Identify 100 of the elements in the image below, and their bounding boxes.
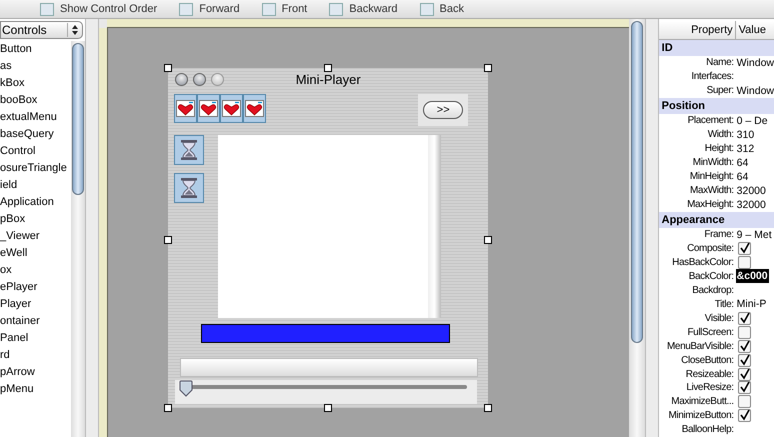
heart-button[interactable] [197, 94, 220, 123]
selection-handle[interactable] [164, 236, 172, 244]
control-list-item[interactable]: rd [0, 347, 72, 364]
selection-handle[interactable] [164, 64, 172, 72]
control-list-item[interactable]: pMenu [0, 381, 72, 398]
selection-handle[interactable] [484, 404, 492, 412]
property-label: Height: [704, 143, 734, 154]
property-label: MinWidth: [692, 157, 734, 168]
property-label: CloseButton: [680, 354, 734, 366]
checkbox[interactable] [738, 340, 751, 353]
checkbox[interactable] [738, 256, 751, 269]
property-value[interactable]: 32000 [734, 184, 766, 197]
column-header[interactable]: Value [736, 21, 766, 39]
control-list-item[interactable]: ePlayer [0, 279, 72, 296]
property-value[interactable]: 0 – De [734, 114, 768, 127]
property-value[interactable]: 64 [734, 170, 748, 183]
property-value[interactable]: &c000 [736, 270, 768, 282]
window-title: Mini-Player [296, 72, 361, 86]
section-header: Appearance [658, 212, 774, 228]
control-list-item[interactable]: _Viewer [0, 228, 72, 245]
control-list-item[interactable]: osureTriangle [0, 160, 72, 177]
toolbar-icon [40, 2, 54, 16]
heart-button[interactable] [174, 94, 198, 123]
heart-button[interactable] [243, 94, 266, 123]
control-list-item[interactable]: eWell [0, 245, 72, 262]
property-label: BalloonHelp: [680, 424, 734, 436]
control-list-item[interactable]: baseQuery [0, 126, 72, 143]
property-label: MinimizeButton: [668, 410, 734, 422]
property-label: MaximizeButt... [670, 396, 734, 408]
scroll-thumb[interactable] [630, 21, 643, 343]
property-value[interactable]: 64 [734, 156, 748, 169]
control-list-item[interactable]: booBox [0, 92, 72, 109]
next-button[interactable]: >> [423, 101, 464, 119]
minimize-button[interactable] [193, 72, 206, 86]
property-label: MinHeight: [688, 171, 734, 182]
control-list-item[interactable]: kBox [0, 75, 72, 92]
control-list-item[interactable]: Player [0, 296, 72, 313]
control-list-item[interactable]: ontainer [0, 313, 72, 330]
property-label: LiveResize: [685, 382, 734, 394]
scrollbar[interactable] [628, 19, 645, 437]
toolbar-button[interactable]: Front [282, 3, 308, 15]
hourglass-button[interactable] [174, 173, 204, 203]
property-label: Placement: [686, 115, 734, 126]
property-value[interactable]: 32000 [734, 198, 766, 211]
property-label: MaxWidth: [689, 185, 734, 196]
selection-handle[interactable] [484, 236, 492, 244]
checkbox[interactable] [738, 381, 751, 394]
hourglass-icon [180, 139, 198, 161]
control-list-item[interactable]: Application [0, 194, 72, 211]
property-label: Resizeable: [684, 368, 734, 380]
toolbar-button[interactable]: Backward [349, 3, 398, 15]
column-header[interactable]: Property [658, 21, 736, 39]
scrollbar[interactable] [428, 135, 442, 318]
property-label: Frame: [703, 229, 734, 240]
property-value[interactable]: 312 [734, 142, 754, 155]
selection-handle[interactable] [484, 64, 492, 72]
property-label: Title: [714, 298, 734, 310]
checkbox[interactable] [738, 395, 751, 408]
property-value[interactable]: Window [734, 84, 774, 97]
checkbox[interactable] [738, 242, 751, 255]
checkbox[interactable] [738, 354, 751, 367]
property-value[interactable]: Window [734, 56, 774, 69]
property-value[interactable]: 9 – Met [734, 228, 772, 240]
control-list-item[interactable]: pBox [0, 211, 72, 228]
control-list-item[interactable]: as [0, 58, 72, 75]
property-label: Name: [705, 57, 734, 68]
popup-label: Controls [2, 23, 47, 37]
selection-handle[interactable] [324, 64, 332, 72]
scrollbar[interactable] [71, 41, 86, 437]
slider[interactable] [175, 380, 478, 404]
toolbar-button[interactable]: Forward [199, 3, 240, 15]
property-value[interactable]: Mini-P [734, 298, 766, 310]
toolbar-icon [420, 2, 434, 16]
control-list-item[interactable]: ox [0, 262, 72, 279]
controls-popup[interactable]: Controls [0, 21, 84, 39]
property-label: HasBackColor: [671, 256, 734, 268]
checkbox[interactable] [738, 409, 751, 422]
control-list-item[interactable]: extualMenu [0, 109, 72, 126]
control-list-item[interactable]: Panel [0, 330, 72, 347]
property-label: BackColor: [688, 270, 734, 282]
hourglass-button[interactable] [174, 135, 204, 165]
property-label: MenuBarVisible: [666, 340, 734, 352]
close-button[interactable] [175, 72, 188, 86]
property-label: MaxHeight: [686, 199, 734, 210]
toolbar-button[interactable]: Back [440, 3, 464, 15]
control-list-item[interactable]: pArrow [0, 364, 72, 381]
slider-thumb[interactable] [179, 380, 194, 397]
control-list-item[interactable]: Control [0, 143, 72, 160]
checkbox[interactable] [738, 326, 751, 339]
toolbar-icon [262, 2, 276, 16]
checkbox[interactable] [738, 368, 751, 381]
scroll-thumb[interactable] [72, 43, 84, 195]
property-value[interactable]: 310 [734, 128, 754, 141]
control-list-item[interactable]: Button [0, 41, 72, 58]
checkbox[interactable] [738, 312, 751, 325]
control-list-item[interactable]: ield [0, 177, 72, 194]
heart-button[interactable] [220, 94, 244, 123]
selection-handle[interactable] [324, 404, 332, 412]
selection-handle[interactable] [164, 404, 172, 412]
toolbar-button[interactable]: Show Control Order [60, 3, 158, 15]
